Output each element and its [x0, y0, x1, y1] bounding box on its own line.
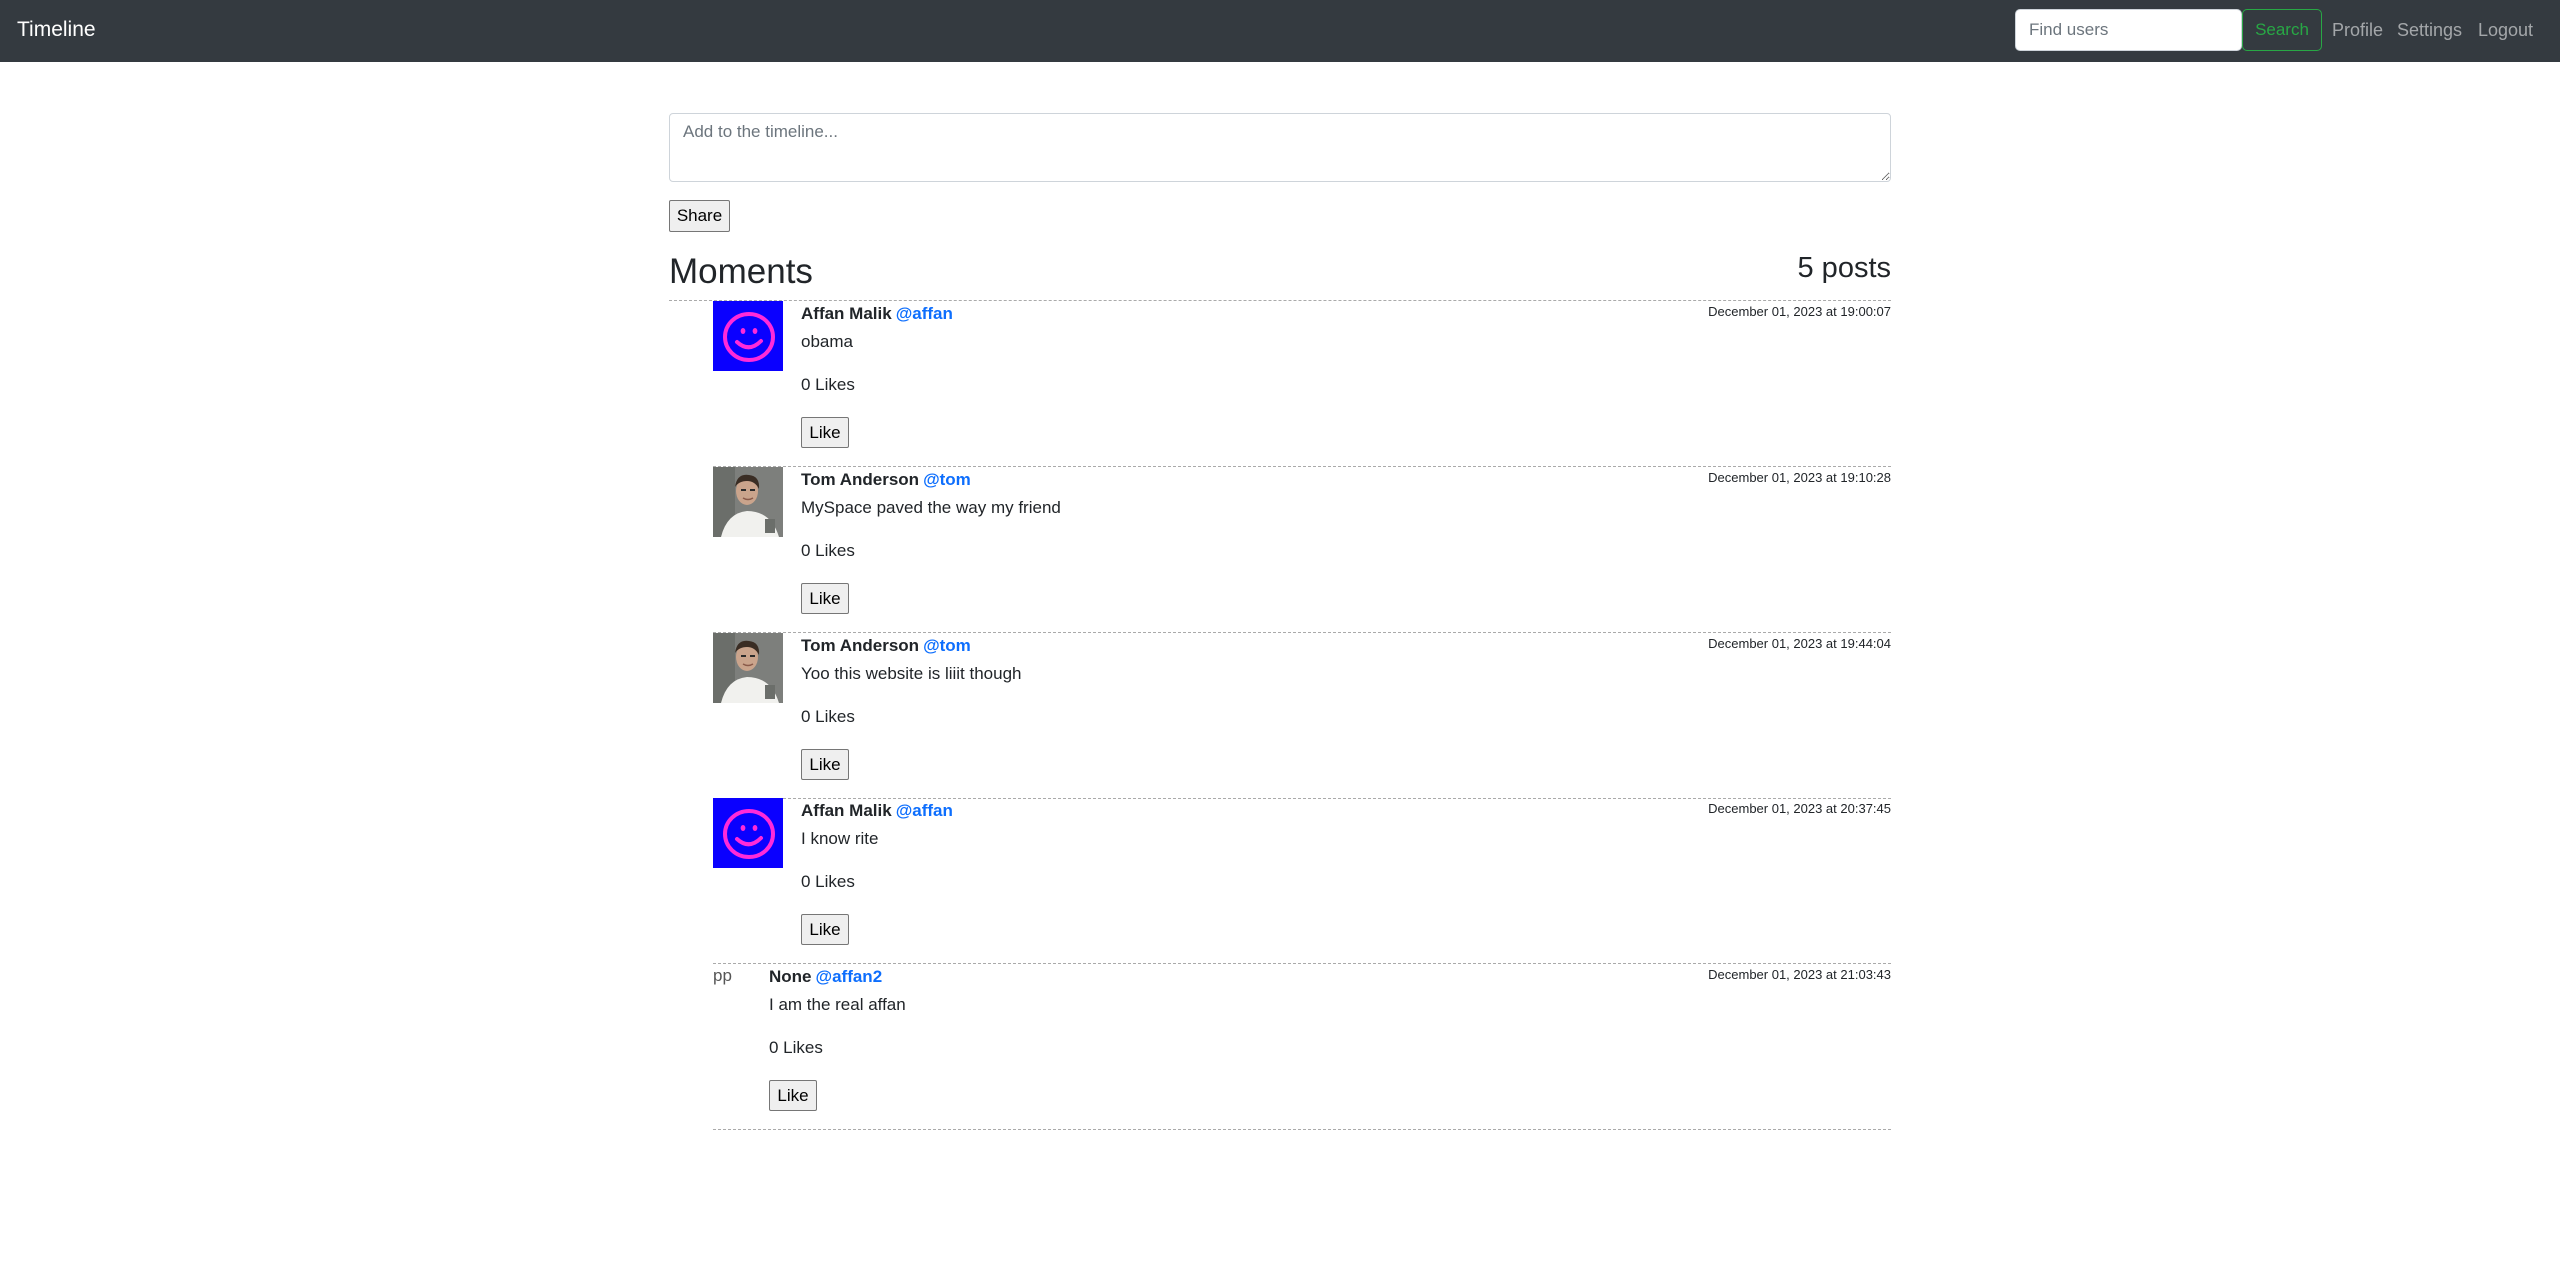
share-button[interactable]: Share [669, 200, 730, 232]
post-timestamp: December 01, 2023 at 19:00:07 [1708, 304, 1891, 319]
search-users-input[interactable] [2015, 9, 2242, 51]
author-name: Tom Anderson [801, 470, 920, 489]
like-button[interactable]: Like [801, 749, 849, 780]
post-text: MySpace paved the way my friend [801, 498, 1061, 517]
post-text: I know rite [801, 829, 879, 848]
post-timestamp: December 01, 2023 at 21:03:43 [1708, 967, 1891, 982]
author-name: Affan Malik [801, 304, 892, 323]
post-like-count: 0 Likes [769, 1038, 823, 1057]
author-handle-link[interactable]: @affan [896, 304, 953, 323]
author-handle-link[interactable]: @tom [923, 636, 971, 655]
author-name: Tom Anderson [801, 636, 920, 655]
author-name: None [769, 967, 812, 986]
timeline-post: Affan Malik @affan December 01, 2023 at 1… [713, 301, 1891, 467]
photo-avatar-icon [713, 467, 783, 537]
top-navbar: Timeline Search Profile Settings Logout [0, 0, 2560, 62]
feed-title: Moments [669, 252, 813, 291]
timeline-post: Tom Anderson @tom December 01, 2023 at 19… [713, 633, 1891, 799]
nav-settings-link[interactable]: Settings [2397, 16, 2462, 44]
post-timestamp: December 01, 2023 at 19:44:04 [1708, 636, 1891, 651]
nav-logout-link[interactable]: Logout [2478, 16, 2533, 44]
broken-image-icon: pp [713, 966, 732, 985]
post-like-count: 0 Likes [801, 707, 855, 726]
post-text: obama [801, 332, 853, 351]
post-like-count: 0 Likes [801, 375, 855, 394]
like-button[interactable]: Like [801, 417, 849, 448]
post-author: Affan Malik @affan [801, 302, 953, 326]
like-button[interactable]: Like [801, 583, 849, 614]
post-timestamp: December 01, 2023 at 20:37:45 [1708, 801, 1891, 816]
post-like-count: 0 Likes [801, 541, 855, 560]
post-text: Yoo this website is liiit though [801, 664, 1022, 683]
post-author: Tom Anderson @tom [801, 468, 971, 492]
smiley-avatar-icon [713, 301, 783, 371]
post-count: 5 posts [1797, 252, 1892, 284]
post-like-count: 0 Likes [801, 872, 855, 891]
post-composer-textarea[interactable] [669, 113, 1891, 182]
nav-profile-link[interactable]: Profile [2332, 16, 2383, 44]
smiley-avatar-icon [713, 798, 783, 868]
post-author: None @affan2 [769, 965, 882, 989]
timeline-post: Affan Malik @affan December 01, 2023 at 2… [713, 798, 1891, 964]
author-name: Affan Malik [801, 801, 892, 820]
author-handle-link[interactable]: @affan [896, 801, 953, 820]
author-handle-link[interactable]: @tom [923, 470, 971, 489]
post-author: Affan Malik @affan [801, 799, 953, 823]
brand-link[interactable]: Timeline [17, 15, 96, 45]
author-handle-link[interactable]: @affan2 [816, 967, 883, 986]
search-button[interactable]: Search [2242, 9, 2322, 51]
like-button[interactable]: Like [769, 1080, 817, 1111]
photo-avatar-icon [713, 633, 783, 703]
post-author: Tom Anderson @tom [801, 634, 971, 658]
like-button[interactable]: Like [801, 914, 849, 945]
timeline-post: Tom Anderson @tom December 01, 2023 at 19… [713, 467, 1891, 633]
timeline-post: pp None @affan2 December 01, 2023 at 21:0… [713, 964, 1891, 1130]
post-timestamp: December 01, 2023 at 19:10:28 [1708, 470, 1891, 485]
post-text: I am the real affan [769, 995, 906, 1014]
